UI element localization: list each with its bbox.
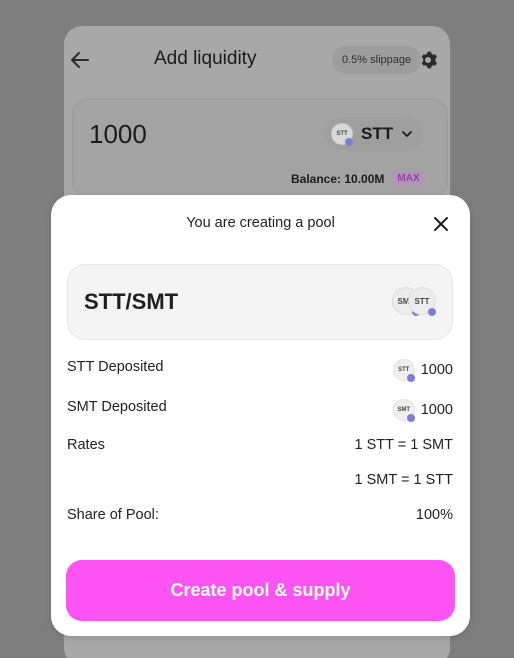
balance-text: Balance: 10.00M bbox=[291, 171, 385, 186]
max-button[interactable]: MAX bbox=[392, 171, 425, 186]
pool-pair-label: STT/SMT bbox=[84, 289, 179, 314]
rate-smt-stt: 1 SMT = 1 STT bbox=[354, 472, 453, 488]
token-badge-icon bbox=[428, 308, 436, 316]
rate-stt-smt: 1 STT = 1 SMT bbox=[354, 437, 453, 453]
pool-pair-card: STT/SMT SMT STT bbox=[67, 264, 453, 340]
row-value: SMT 1000 bbox=[392, 399, 453, 422]
chevron-down-icon bbox=[402, 131, 413, 137]
stt-token-icon: STT bbox=[392, 359, 415, 382]
smt-deposited-value: 1000 bbox=[420, 402, 453, 418]
rates-row: Rates 1 STT = 1 SMT bbox=[67, 435, 453, 457]
close-icon[interactable] bbox=[433, 216, 449, 232]
amount-input-panel: 1000 STT STT Balance: 10.00M MAX bbox=[72, 98, 448, 198]
token-badge-icon bbox=[345, 138, 353, 146]
slippage-badge[interactable]: 0.5% slippage bbox=[332, 46, 422, 74]
token-icon-text: STT bbox=[398, 367, 410, 373]
row-label: STT Deposited bbox=[67, 359, 164, 375]
page-title: Add liquidity bbox=[154, 48, 257, 69]
stt-icon-text: STT bbox=[414, 296, 430, 306]
gear-icon[interactable] bbox=[416, 48, 440, 72]
token-selector[interactable]: STT STT bbox=[325, 117, 424, 151]
pair-token-icons: SMT STT bbox=[392, 287, 438, 319]
stt-deposited-row: STT Deposited STT 1000 bbox=[67, 357, 453, 382]
rates-inverse-row: 1 SMT = 1 STT bbox=[67, 470, 453, 492]
create-pool-supply-button[interactable]: Create pool & supply bbox=[66, 560, 455, 621]
row-label: Share of Pool: bbox=[67, 507, 159, 523]
amount-input[interactable]: 1000 bbox=[89, 119, 147, 150]
token-icon-text: SMT bbox=[397, 407, 411, 413]
stt-deposited-value: 1000 bbox=[420, 362, 453, 378]
balance-row: Balance: 10.00M MAX bbox=[291, 171, 425, 186]
smt-deposited-row: SMT Deposited SMT 1000 bbox=[67, 397, 453, 422]
back-arrow-icon[interactable] bbox=[68, 48, 92, 72]
create-pool-modal: You are creating a pool STT/SMT SMT STT … bbox=[51, 195, 470, 636]
share-of-pool-row: Share of Pool: 100% bbox=[67, 505, 453, 527]
token-badge-icon bbox=[406, 414, 415, 422]
smt-token-icon: SMT bbox=[392, 399, 415, 422]
page-header: Add liquidity 0.5% slippage bbox=[64, 40, 450, 80]
token-icon-text: STT bbox=[336, 131, 348, 137]
token-selector-label: STT bbox=[361, 124, 394, 143]
row-label: Rates bbox=[67, 437, 105, 453]
row-value: STT 1000 bbox=[392, 359, 453, 382]
token-icon: STT bbox=[331, 123, 353, 146]
row-label: SMT Deposited bbox=[67, 399, 167, 415]
share-of-pool-value: 100% bbox=[415, 507, 453, 523]
modal-title: You are creating a pool bbox=[186, 215, 335, 231]
token-badge-icon bbox=[406, 374, 415, 382]
stt-token-icon: STT bbox=[408, 287, 436, 316]
